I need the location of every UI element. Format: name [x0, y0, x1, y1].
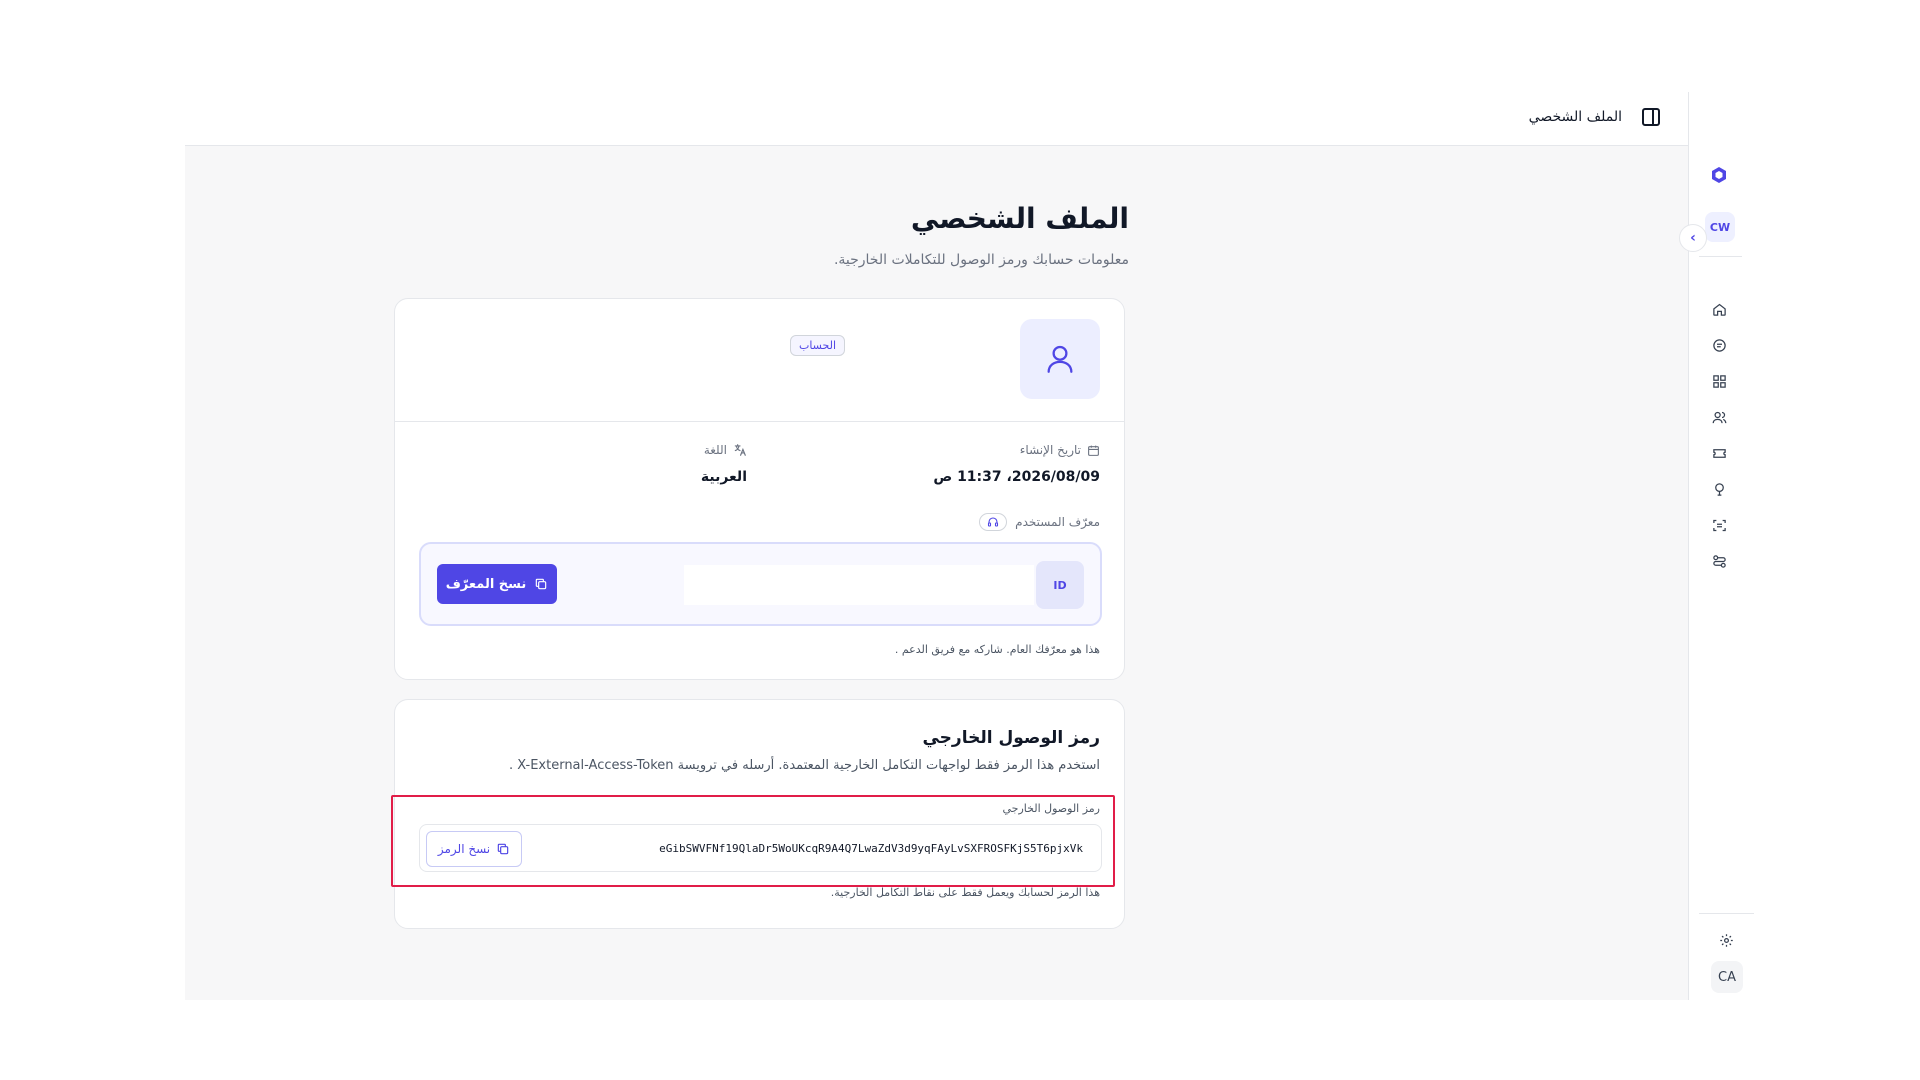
calendar-icon — [1088, 445, 1099, 456]
user-avatar[interactable]: CA — [1711, 961, 1743, 993]
sidebar-divider — [1699, 256, 1742, 257]
page-title: الملف الشخصي — [910, 202, 1129, 235]
copy-id-label: نسخ المعرّف — [445, 576, 527, 592]
created-date-label: تاريخ الإنشاء — [1020, 443, 1100, 457]
gear-icon — [1719, 933, 1733, 947]
token-field-label: رمز الوصول الخارجي — [1002, 802, 1100, 815]
sidebar-divider-bottom — [1699, 913, 1754, 914]
copy-icon — [536, 578, 547, 590]
token-card: رمز الوصول الخارجي استخدم هذا الرمز فقط … — [391, 699, 1125, 929]
dashboard-icon — [1712, 374, 1726, 388]
user-id-box: ID نسخ المعرّف — [419, 542, 1102, 626]
created-label-text: تاريخ الإنشاء — [1019, 443, 1081, 457]
user-icon — [1047, 345, 1073, 373]
page-subtitle: معلومات حسابك ورمز الوصول للتكاملات الخا… — [833, 252, 1129, 268]
nav-contacts[interactable] — [1708, 406, 1730, 428]
translate-icon — [734, 444, 746, 456]
scan-icon — [1712, 519, 1726, 531]
user-id-label: معرّف المستخدم — [979, 513, 1100, 531]
nav-help[interactable] — [1708, 478, 1730, 500]
token-description: استخدم هذا الرمز فقط لواجهات التكامل الخ… — [508, 758, 1100, 773]
account-card: الحساب تاريخ الإنشاء 2026/08/09، 11:37 ص… — [394, 298, 1125, 680]
sidebar: CW ‹ CA — [1679, 92, 1754, 1000]
token-title: رمز الوصول الخارجي — [922, 728, 1100, 748]
nav-home[interactable] — [1708, 298, 1730, 320]
inbox-icon — [1712, 338, 1726, 352]
nav-tickets[interactable] — [1708, 442, 1730, 464]
breadcrumb: الملف الشخصي — [1528, 109, 1622, 125]
user-id-hint: هذا هو معرّفك العام. شاركه مع فريق الدعم… — [894, 643, 1100, 656]
avatar — [1020, 319, 1100, 399]
copy-icon — [497, 843, 509, 855]
language-value: العربية — [700, 469, 747, 485]
help-icon — [1714, 482, 1724, 496]
app-window: الملف الشخصي الملف الشخصي معلومات حسابك … — [185, 92, 1754, 1000]
user-id-label-text: معرّف المستخدم — [1015, 515, 1100, 529]
panel-toggle-icon[interactable] — [1642, 108, 1660, 126]
token-value[interactable]: eGibSWVFNf19QlaDr5WoUKcqR9A4Q7LwaZdV3d9y… — [659, 842, 1083, 855]
copy-token-label: نسخ الرمز — [437, 842, 491, 856]
nav-scan[interactable] — [1708, 514, 1730, 536]
account-badge: الحساب — [789, 335, 845, 356]
automation-icon — [1712, 554, 1726, 568]
nav-automation[interactable] — [1708, 550, 1730, 572]
language-label: اللغة — [704, 443, 747, 457]
logo-icon — [1712, 167, 1726, 183]
workspace-badge[interactable]: CW — [1705, 212, 1735, 242]
copy-token-button[interactable]: نسخ الرمز — [426, 831, 522, 867]
nav-dashboard[interactable] — [1708, 370, 1730, 392]
user-id-field[interactable] — [684, 565, 1034, 605]
nav-inbox[interactable] — [1708, 334, 1730, 356]
divider — [395, 421, 1124, 422]
id-tag: ID — [1036, 561, 1084, 609]
contacts-icon — [1712, 411, 1726, 423]
collapse-sidebar-button[interactable]: ‹ — [1679, 224, 1707, 252]
created-date-value: 2026/08/09، 11:37 ص — [933, 469, 1100, 485]
chevron-left-icon: ‹ — [1690, 230, 1696, 246]
token-field: eGibSWVFNf19QlaDr5WoUKcqR9A4Q7LwaZdV3d9y… — [419, 824, 1102, 872]
language-label-text: اللغة — [703, 443, 727, 457]
copy-id-button[interactable]: نسخ المعرّف — [437, 564, 557, 604]
top-bar: الملف الشخصي — [185, 92, 1688, 146]
token-hint: هذا الرمز لحسابك ويعمل فقط على نقاط التك… — [830, 886, 1100, 899]
tickets-icon — [1712, 448, 1726, 458]
settings-button[interactable] — [1716, 930, 1736, 950]
home-icon — [1712, 303, 1726, 316]
main-content: الملف الشخصي معلومات حسابك ورمز الوصول ل… — [185, 146, 1688, 1000]
headset-icon — [979, 513, 1008, 531]
